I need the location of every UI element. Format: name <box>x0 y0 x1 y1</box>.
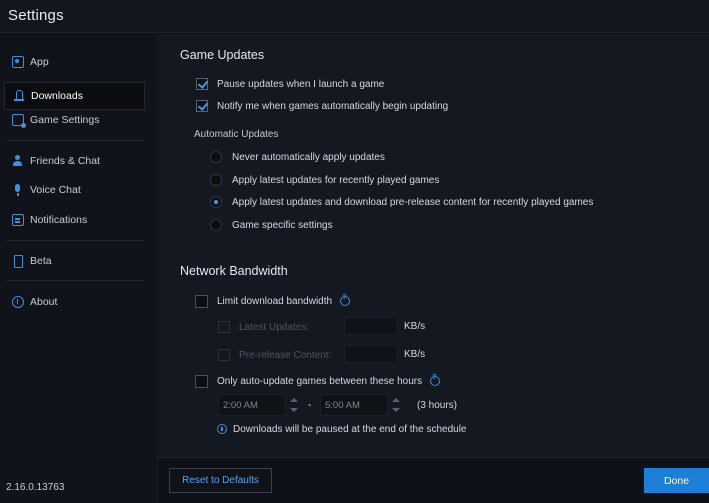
latest-updates-checkbox[interactable] <box>218 321 230 333</box>
radio-label: Game specific settings <box>232 219 333 231</box>
radio-game-specific[interactable] <box>210 219 222 231</box>
schedule-note-text: Downloads will be paused at the end of t… <box>233 423 467 435</box>
beta-icon <box>12 255 24 268</box>
radio-label: Never automatically apply updates <box>232 151 385 163</box>
sidebar-item-label: Friends & Chat <box>30 155 101 167</box>
prerelease-label: Pre-release Content: <box>239 349 332 361</box>
latest-updates-label: Latest Updates: <box>239 321 310 333</box>
prerelease-input[interactable] <box>344 345 398 363</box>
unit-label: KB/s <box>404 349 426 360</box>
footer-bar: Reset to Defaults Done <box>159 457 709 503</box>
sidebar-item-notifications[interactable]: Notifications <box>4 206 145 234</box>
notifications-icon <box>12 214 24 226</box>
radio-label: Apply latest updates and download pre-re… <box>232 196 594 208</box>
duration-label: (3 hours) <box>417 400 458 411</box>
window-title: Settings <box>8 7 64 24</box>
latest-updates-option[interactable]: Latest Updates: <box>218 319 309 335</box>
section-title-network-bandwidth: Network Bandwidth <box>180 264 288 278</box>
sidebar-item-label: Downloads <box>31 90 83 102</box>
sidebar-item-voice-chat[interactable]: Voice Chat <box>4 176 145 204</box>
chevron-down-icon[interactable] <box>392 408 400 412</box>
info-icon <box>12 296 24 308</box>
radio-never[interactable] <box>210 151 222 163</box>
radio-option-recent[interactable]: Apply latest updates for recently played… <box>210 172 439 188</box>
sidebar-item-label: About <box>30 296 58 308</box>
download-icon <box>13 90 25 102</box>
schedule-note: Downloads will be paused at the end of t… <box>217 421 467 437</box>
sidebar-item-app[interactable]: App <box>4 48 145 76</box>
prerelease-checkbox[interactable] <box>218 349 230 361</box>
auto-update-hours-option[interactable]: Only auto-update games between these hou… <box>195 373 441 389</box>
sidebar-item-label: Voice Chat <box>30 184 81 196</box>
sidebar-item-label: Beta <box>30 255 52 267</box>
limit-bandwidth-label: Limit download bandwidth <box>217 295 333 307</box>
sidebar-item-label: Game Settings <box>30 114 100 126</box>
version-label: 2.16.0.13763 <box>6 482 65 493</box>
prerelease-option[interactable]: Pre-release Content: <box>218 347 331 363</box>
radio-label: Apply latest updates for recently played… <box>232 174 440 186</box>
auto-update-hours-checkbox[interactable] <box>195 374 208 388</box>
sidebar-item-label: App <box>30 56 49 68</box>
notify-updates-checkbox[interactable] <box>196 100 208 112</box>
end-time-input[interactable]: 5:00 AM <box>320 394 388 416</box>
info-icon <box>217 424 227 434</box>
friends-icon <box>12 155 24 167</box>
limit-bandwidth-checkbox[interactable] <box>195 294 208 308</box>
microphone-icon <box>12 184 24 196</box>
divider <box>6 280 144 281</box>
sidebar-item-beta[interactable]: Beta <box>4 247 145 275</box>
reset-defaults-button[interactable]: Reset to Defaults <box>169 468 272 493</box>
automatic-updates-label: Automatic Updates <box>194 129 279 140</box>
radio-prerelease[interactable] <box>210 196 222 208</box>
chevron-up-icon[interactable] <box>392 398 400 402</box>
divider <box>6 140 144 141</box>
settings-window: Settings App Downloads Game Settings Fri… <box>0 0 709 503</box>
divider <box>6 240 144 241</box>
done-button[interactable]: Done <box>644 468 709 493</box>
notify-updates-option[interactable]: Notify me when games automatically begin… <box>196 98 448 114</box>
limit-bandwidth-option[interactable]: Limit download bandwidth <box>195 293 351 309</box>
pause-updates-option[interactable]: Pause updates when I launch a game <box>196 76 384 92</box>
start-time-stepper[interactable] <box>286 394 302 416</box>
auto-update-hours-label: Only auto-update games between these hou… <box>217 375 423 387</box>
app-icon <box>12 56 24 68</box>
downloads-panel: Game Updates Pause updates when I launch… <box>159 34 709 457</box>
pause-updates-checkbox[interactable] <box>196 78 208 90</box>
radio-option-prerelease[interactable]: Apply latest updates and download pre-re… <box>210 194 593 210</box>
radio-option-never[interactable]: Never automatically apply updates <box>210 149 385 165</box>
time-separator: - <box>308 400 312 411</box>
notify-updates-label: Notify me when games automatically begin… <box>217 100 449 112</box>
end-time-stepper[interactable] <box>388 394 404 416</box>
unit-label: KB/s <box>404 321 426 332</box>
sidebar-item-game-settings[interactable]: Game Settings <box>4 106 145 134</box>
sidebar-item-about[interactable]: About <box>4 288 145 316</box>
sidebar-item-label: Notifications <box>30 214 88 226</box>
section-title-game-updates: Game Updates <box>180 48 265 62</box>
radio-recent[interactable] <box>210 174 222 186</box>
start-time-input[interactable]: 2:00 AM <box>218 394 286 416</box>
chevron-down-icon[interactable] <box>290 408 298 412</box>
chevron-up-icon[interactable] <box>290 398 298 402</box>
pause-updates-label: Pause updates when I launch a game <box>217 78 385 90</box>
help-icon[interactable] <box>340 294 351 306</box>
radio-option-game-specific[interactable]: Game specific settings <box>210 217 333 233</box>
sidebar-item-friends-chat[interactable]: Friends & Chat <box>4 147 145 175</box>
sidebar: App Downloads Game Settings Friends & Ch… <box>0 34 158 503</box>
title-bar: Settings <box>0 0 709 33</box>
game-settings-icon <box>12 114 26 128</box>
help-icon[interactable] <box>430 374 441 386</box>
latest-updates-input[interactable] <box>344 317 398 335</box>
